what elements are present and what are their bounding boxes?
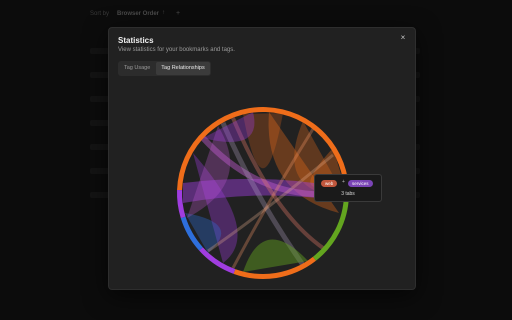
dialog-title: Statistics (118, 36, 154, 45)
tab-tag-usage[interactable]: Tag Usage (119, 62, 155, 75)
chord-tooltip: web + services 3 tabs (314, 174, 382, 202)
statistics-dialog: Statistics View statistics for your book… (108, 27, 416, 290)
stats-tabs: Tag Usage Tag Relationships (118, 61, 211, 76)
tag-badge-services: services (348, 180, 373, 187)
sort-label: Sort by (90, 11, 110, 17)
tag-badge-web: web (321, 180, 338, 187)
tab-tag-relationships[interactable]: Tag Relationships (156, 62, 210, 75)
dialog-subtitle: View statistics for your bookmarks and t… (118, 47, 235, 53)
add-icon[interactable]: + (176, 10, 180, 17)
close-button[interactable]: × (398, 33, 408, 43)
tab-count: 3 tabs (341, 191, 355, 197)
sort-direction-arrow-icon[interactable]: ↑ (162, 10, 165, 16)
background-toolbar: Sort by Browser Order ↑ + (0, 0, 512, 28)
sort-order-select[interactable]: Browser Order (117, 11, 159, 17)
plus-icon: + (342, 179, 345, 185)
